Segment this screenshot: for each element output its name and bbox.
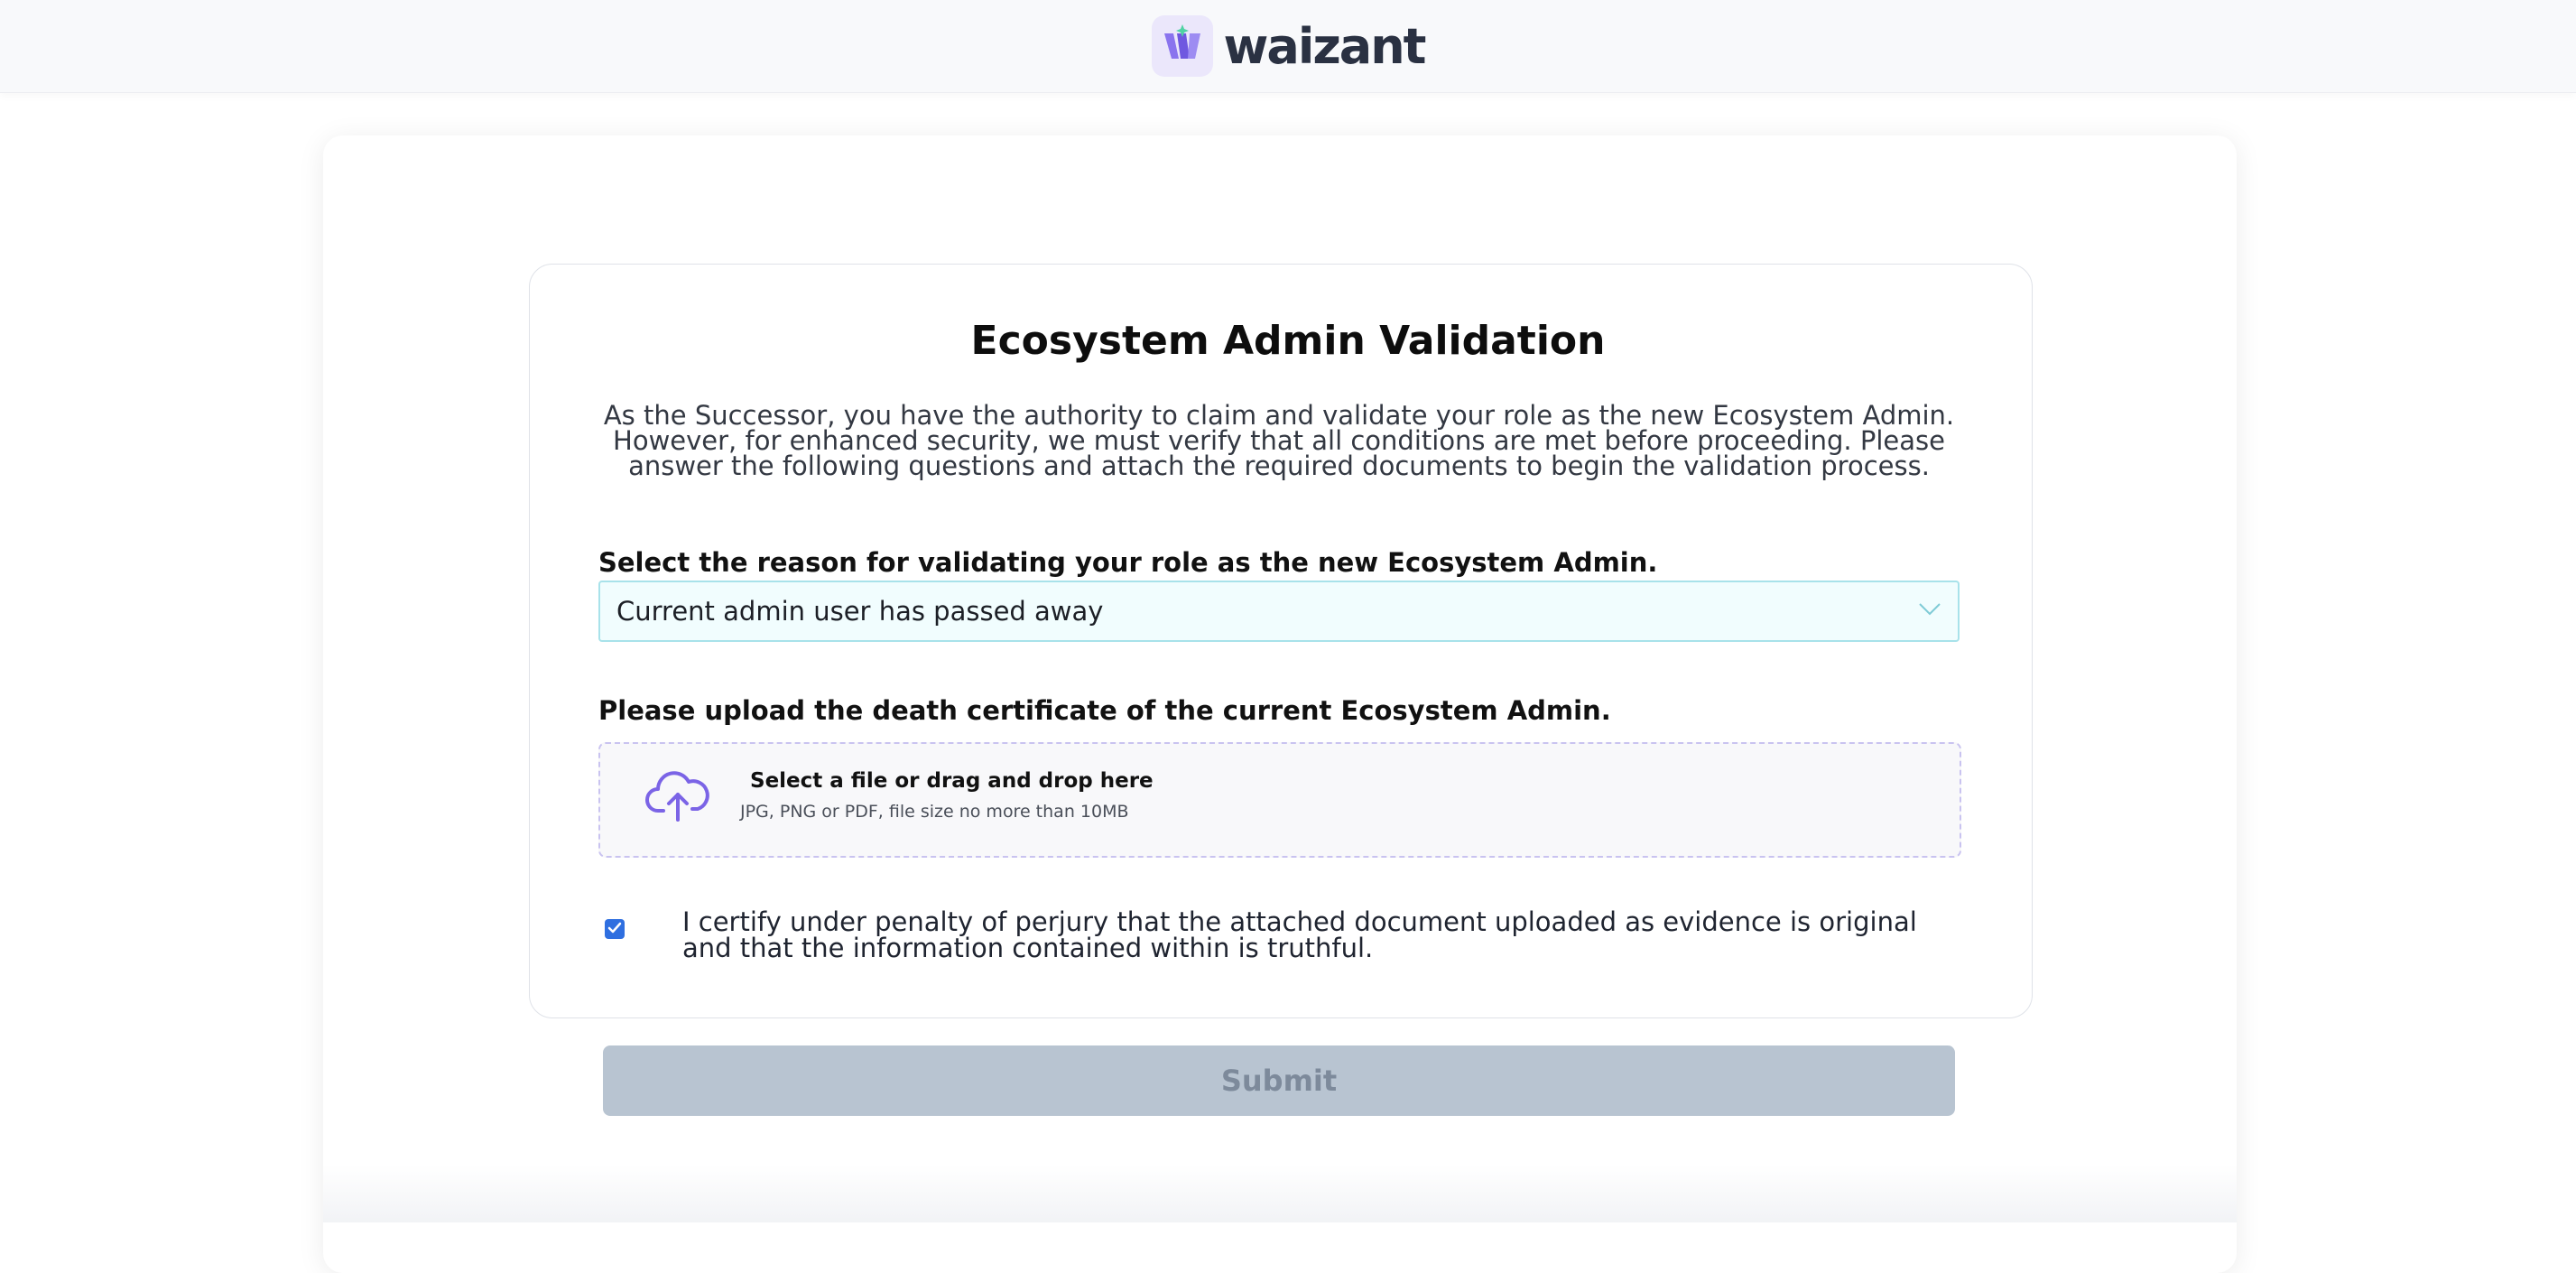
upload-hint: JPG, PNG or PDF, file size no more than … <box>740 802 1129 822</box>
bottom-shade <box>323 1165 2237 1222</box>
reason-select-value: Current admin user has passed away <box>616 596 1104 627</box>
reason-select[interactable]: Current admin user has passed away <box>598 581 1960 642</box>
cloud-upload-icon <box>645 767 710 823</box>
reason-label: Select the reason for validating your ro… <box>598 547 1658 578</box>
top-header: waizant <box>0 0 2576 93</box>
waizant-logo-icon <box>1151 15 1213 77</box>
page-title: Ecosystem Admin Validation <box>970 318 1606 364</box>
file-upload-dropzone[interactable]: Select a file or drag and drop here JPG,… <box>598 742 1961 858</box>
certify-checkbox[interactable] <box>605 919 625 939</box>
chevron-down-icon[interactable] <box>1918 602 1941 620</box>
checkmark-icon <box>607 921 622 938</box>
upload-title: Select a file or drag and drop here <box>750 769 1154 793</box>
brand-name: waizant <box>1223 17 1427 75</box>
upload-label: Please upload the death certificate of t… <box>598 695 1611 726</box>
form-description: As the Successor, you have the authority… <box>603 400 1955 481</box>
certify-text: I certify under penalty of perjury that … <box>682 906 1917 963</box>
brand[interactable]: waizant <box>1151 15 1427 77</box>
submit-button[interactable]: Submit <box>603 1045 1955 1116</box>
